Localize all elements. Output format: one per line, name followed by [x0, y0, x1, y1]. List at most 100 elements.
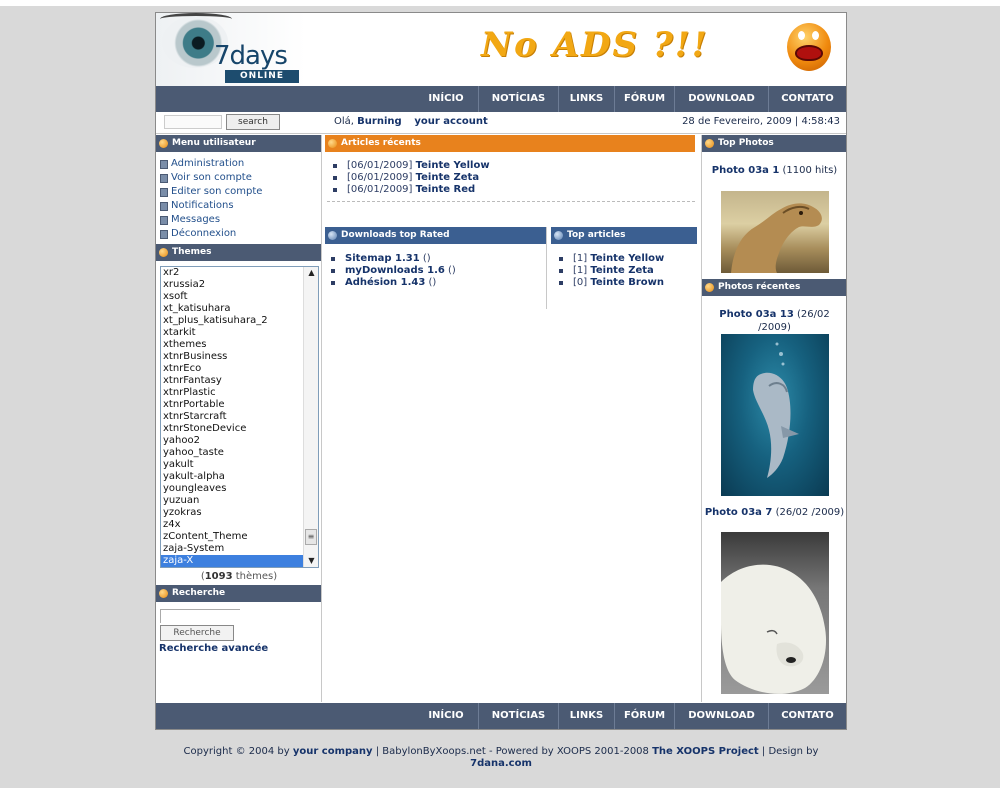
- ad-banner[interactable]: No ADS ?!!: [423, 17, 839, 79]
- theme-option[interactable]: z4x: [161, 519, 318, 531]
- menu-item-voir-compte[interactable]: Voir son compte: [160, 171, 321, 185]
- top-photo-name[interactable]: Photo 03a 1: [712, 165, 780, 176]
- theme-option[interactable]: yakult: [161, 459, 318, 471]
- list-item[interactable]: Adhésion 1.43 (): [331, 277, 546, 289]
- menu-item-notifications[interactable]: Notifications: [160, 199, 321, 213]
- list-item[interactable]: [06/01/2009] Teinte Yellow: [333, 160, 699, 172]
- polar-bear-photo[interactable]: [721, 532, 829, 694]
- center-column: Articles récents [06/01/2009] Teinte Yel…: [323, 135, 699, 702]
- smiley-eye-icon: [798, 31, 805, 40]
- recent-photo-name[interactable]: Photo 03a 13: [719, 309, 794, 320]
- theme-option[interactable]: xtnrStarcraft: [161, 411, 318, 423]
- theme-option[interactable]: xthemes: [161, 339, 318, 351]
- nav-contato[interactable]: CONTATO: [768, 703, 846, 729]
- scroll-down-arrow-icon[interactable]: ▼: [304, 555, 318, 567]
- smiley-eye-icon: [812, 31, 819, 40]
- theme-option[interactable]: xt_plus_katisuhara_2: [161, 315, 318, 327]
- nav-contato[interactable]: CONTATO: [768, 86, 846, 112]
- theme-select-list[interactable]: xr2 xrussia2 xsoft xt_katisuhara xt_plus…: [160, 266, 319, 568]
- recherche-title-text: Recherche: [172, 588, 226, 598]
- search-button[interactable]: search: [226, 114, 280, 130]
- themes-scrollbar[interactable]: ▲ ≡ ▼: [303, 267, 318, 567]
- theme-option[interactable]: xtnrBusiness: [161, 351, 318, 363]
- recent-photo-name[interactable]: Photo 03a 7: [705, 507, 773, 518]
- nav-forum[interactable]: FÓRUM: [614, 86, 674, 112]
- theme-option-selected[interactable]: zaja-X: [161, 555, 318, 567]
- theme-option[interactable]: youngleaves: [161, 483, 318, 495]
- theme-option[interactable]: xtnrFantasy: [161, 375, 318, 387]
- bullet-orb-icon: [705, 139, 714, 148]
- nav-noticias[interactable]: NOTÍCIAS: [478, 703, 558, 729]
- downloads-block: Downloads top Rated Sitemap 1.31 () myDo…: [325, 227, 547, 309]
- theme-option[interactable]: xtnrPortable: [161, 399, 318, 411]
- list-item[interactable]: [1] Teinte Zeta: [559, 265, 697, 277]
- bullet-orb-icon: [328, 139, 337, 148]
- search-greeting-bar: search Olá, Burning your account 28 de F…: [156, 112, 846, 134]
- theme-option[interactable]: yahoo_taste: [161, 447, 318, 459]
- theme-option[interactable]: zContent_Theme: [161, 531, 318, 543]
- list-item[interactable]: [0] Teinte Brown: [559, 277, 697, 289]
- page-frame: 7days ONLINE No ADS ?!! INÍCIO NOTÍCIAS …: [155, 12, 847, 730]
- articles-recents-title-text: Articles récents: [341, 138, 421, 148]
- logo-subtext: ONLINE: [225, 70, 299, 83]
- designer-link[interactable]: 7dana.com: [470, 758, 532, 769]
- bullet-orb-icon: [159, 248, 168, 257]
- nav-download[interactable]: DOWNLOAD: [674, 86, 768, 112]
- list-item[interactable]: myDownloads 1.6 (): [331, 265, 546, 277]
- theme-option[interactable]: xtnrPlastic: [161, 387, 318, 399]
- nav-links[interactable]: LINKS: [558, 703, 614, 729]
- theme-option[interactable]: yahoo2: [161, 435, 318, 447]
- advanced-search-link[interactable]: Recherche avancée: [159, 643, 268, 654]
- menu-item-administration[interactable]: Administration: [160, 157, 321, 171]
- bullet-orb-icon: [705, 283, 714, 292]
- recherche-button[interactable]: Recherche: [160, 625, 234, 641]
- theme-option[interactable]: xtnrStoneDevice: [161, 423, 318, 435]
- list-item[interactable]: Sitemap 1.31 (): [331, 253, 546, 265]
- theme-option[interactable]: zaja-System: [161, 543, 318, 555]
- theme-option[interactable]: xtarkit: [161, 327, 318, 339]
- menu-item-messages[interactable]: Messages: [160, 213, 321, 227]
- recent-photo-caption: Photo 03a 7 (26/02 /2009): [704, 507, 845, 518]
- top-articles-block: Top articles [1] Teinte Yellow [1] Teint…: [551, 227, 697, 289]
- nav-links[interactable]: LINKS: [558, 86, 614, 112]
- footer: Copyright © 2004 by your company | Babyl…: [183, 746, 819, 769]
- your-account-link[interactable]: your account: [414, 116, 487, 127]
- nav-noticias[interactable]: NOTÍCIAS: [478, 86, 558, 112]
- shouting-smiley-icon: [787, 23, 831, 71]
- search-input[interactable]: [164, 115, 222, 129]
- theme-option[interactable]: xtnrEco: [161, 363, 318, 375]
- theme-option[interactable]: yzokras: [161, 507, 318, 519]
- polar-bear-image: [721, 564, 827, 694]
- company-link[interactable]: your company: [293, 746, 373, 757]
- themes-title: Themes: [156, 244, 321, 261]
- list-item[interactable]: [06/01/2009] Teinte Red: [333, 184, 699, 196]
- theme-option[interactable]: xr2: [161, 267, 318, 279]
- theme-option[interactable]: xrussia2: [161, 279, 318, 291]
- theme-option[interactable]: xt_katisuhara: [161, 303, 318, 315]
- downloads-title-text: Downloads top Rated: [341, 230, 450, 240]
- bullet-orb-icon: [328, 231, 337, 240]
- site-logo[interactable]: 7days ONLINE: [156, 13, 306, 86]
- header: 7days ONLINE No ADS ?!!: [156, 13, 846, 86]
- greeting-username[interactable]: Burning: [357, 116, 402, 127]
- theme-option[interactable]: xsoft: [161, 291, 318, 303]
- scroll-up-arrow-icon[interactable]: ▲: [304, 267, 318, 279]
- menu-item-deconnexion[interactable]: Déconnexion: [160, 227, 321, 241]
- scrollbar-thumb[interactable]: ≡: [305, 529, 317, 545]
- camel-photo[interactable]: [721, 191, 829, 273]
- nav-forum[interactable]: FÓRUM: [614, 703, 674, 729]
- list-item[interactable]: [1] Teinte Yellow: [559, 253, 697, 265]
- xoops-project-link[interactable]: The XOOPS Project: [652, 746, 759, 757]
- theme-option[interactable]: yuzuan: [161, 495, 318, 507]
- bottom-navbar: INÍCIO NOTÍCIAS LINKS FÓRUM DOWNLOAD CON…: [156, 703, 846, 729]
- nav-download[interactable]: DOWNLOAD: [674, 703, 768, 729]
- menu-item-editer-compte[interactable]: Editer son compte: [160, 185, 321, 199]
- nav-inicio[interactable]: INÍCIO: [414, 86, 478, 112]
- recherche-input[interactable]: [160, 609, 240, 623]
- list-item[interactable]: [06/01/2009] Teinte Zeta: [333, 172, 699, 184]
- theme-option[interactable]: yakult-alpha: [161, 471, 318, 483]
- recent-photos-title-text: Photos récentes: [718, 282, 801, 292]
- bullet-orb-icon: [554, 231, 563, 240]
- nav-inicio[interactable]: INÍCIO: [414, 703, 478, 729]
- dolphin-photo[interactable]: [721, 334, 829, 496]
